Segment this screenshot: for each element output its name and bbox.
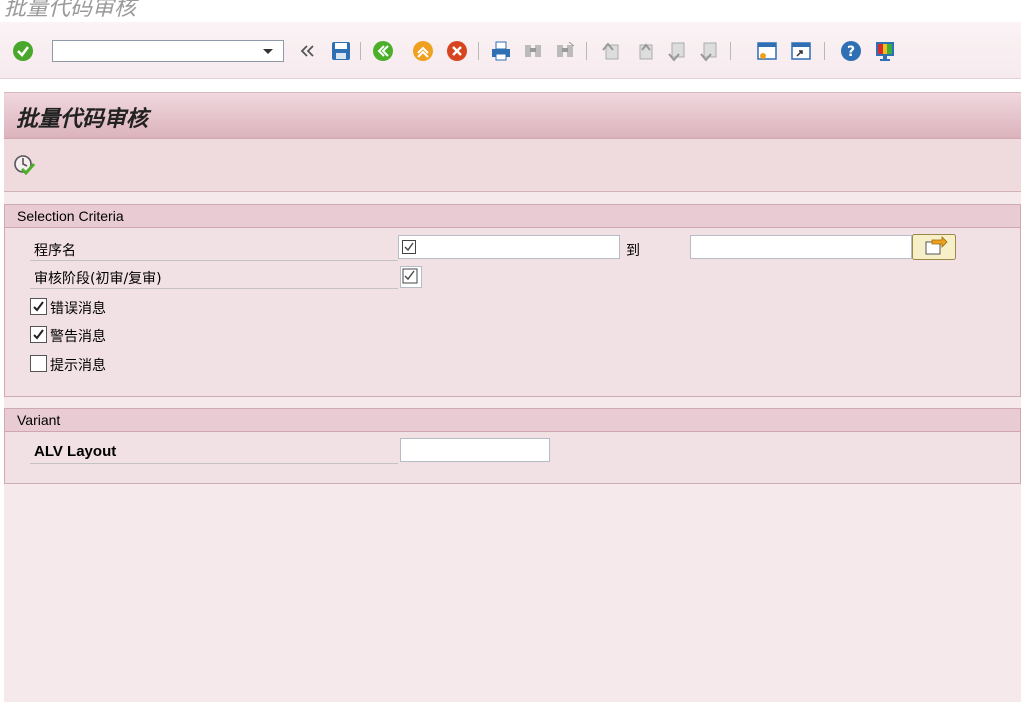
screen-header: 批量代码审核 [4,92,1021,139]
info-messages-label: 提示消息 [50,358,106,374]
window-title: 批量代码审核 [4,0,137,21]
screen-title: 批量代码审核 [16,107,149,132]
collapse-icon[interactable] [298,40,316,62]
warning-messages-checkbox[interactable] [30,326,50,346]
back-icon[interactable] [372,40,394,62]
error-messages-checkbox[interactable] [30,298,50,318]
toolbar-separator [730,42,731,60]
program-name-label: 程序名 [34,243,76,259]
window-title-bar: 批量代码审核 [0,0,1021,22]
new-session-icon[interactable] [756,40,778,62]
to-label: 到 [626,243,640,259]
selection-criteria-block: Selection Criteria [4,204,1021,397]
audit-stage-label: 审核阶段(初审/复审) [34,271,162,287]
print-icon[interactable] [490,40,512,62]
toolbar-separator [586,42,587,60]
standard-toolbar: ? [0,22,1021,79]
find-next-icon[interactable] [554,40,576,62]
previous-page-icon[interactable] [634,40,656,62]
multiple-selection-button[interactable] [912,234,956,260]
required-field-icon [402,240,416,254]
help-icon[interactable]: ? [840,40,862,62]
checkbox-checked-icon [30,298,47,315]
label-underline [30,260,398,261]
first-page-icon[interactable] [600,40,622,62]
warning-messages-label: 警告消息 [50,329,106,345]
checkbox-checked-icon [30,326,47,343]
next-page-icon[interactable] [666,40,688,62]
save-icon[interactable] [330,40,352,62]
shortcut-icon[interactable] [790,40,812,62]
error-messages-label: 错误消息 [50,301,106,317]
toolbar-separator [478,42,479,60]
find-icon[interactable] [522,40,544,62]
label-underline [30,288,398,289]
selection-criteria-header: Selection Criteria [5,205,1020,228]
exit-icon[interactable] [412,40,434,62]
label-underline [30,463,398,464]
cancel-icon[interactable] [446,40,468,62]
alv-layout-input[interactable] [400,438,550,462]
toolbar-separator [360,42,361,60]
alv-layout-label: ALV Layout [34,443,117,460]
svg-text:?: ? [847,44,855,60]
command-dropdown-icon[interactable] [258,40,278,62]
audit-stage-checkbox[interactable] [400,266,422,288]
checkbox-unchecked-icon [30,355,47,372]
toolbar-separator [824,42,825,60]
application-toolbar [4,139,1021,192]
last-page-icon[interactable] [698,40,720,62]
variant-header: Variant [5,409,1020,432]
command-field[interactable] [52,40,284,62]
customize-layout-icon[interactable] [874,40,896,62]
program-from-input[interactable] [398,235,620,259]
check-icon[interactable] [12,40,34,62]
execute-icon[interactable] [12,153,36,177]
program-to-input[interactable] [690,235,912,259]
info-messages-checkbox[interactable] [30,355,50,375]
